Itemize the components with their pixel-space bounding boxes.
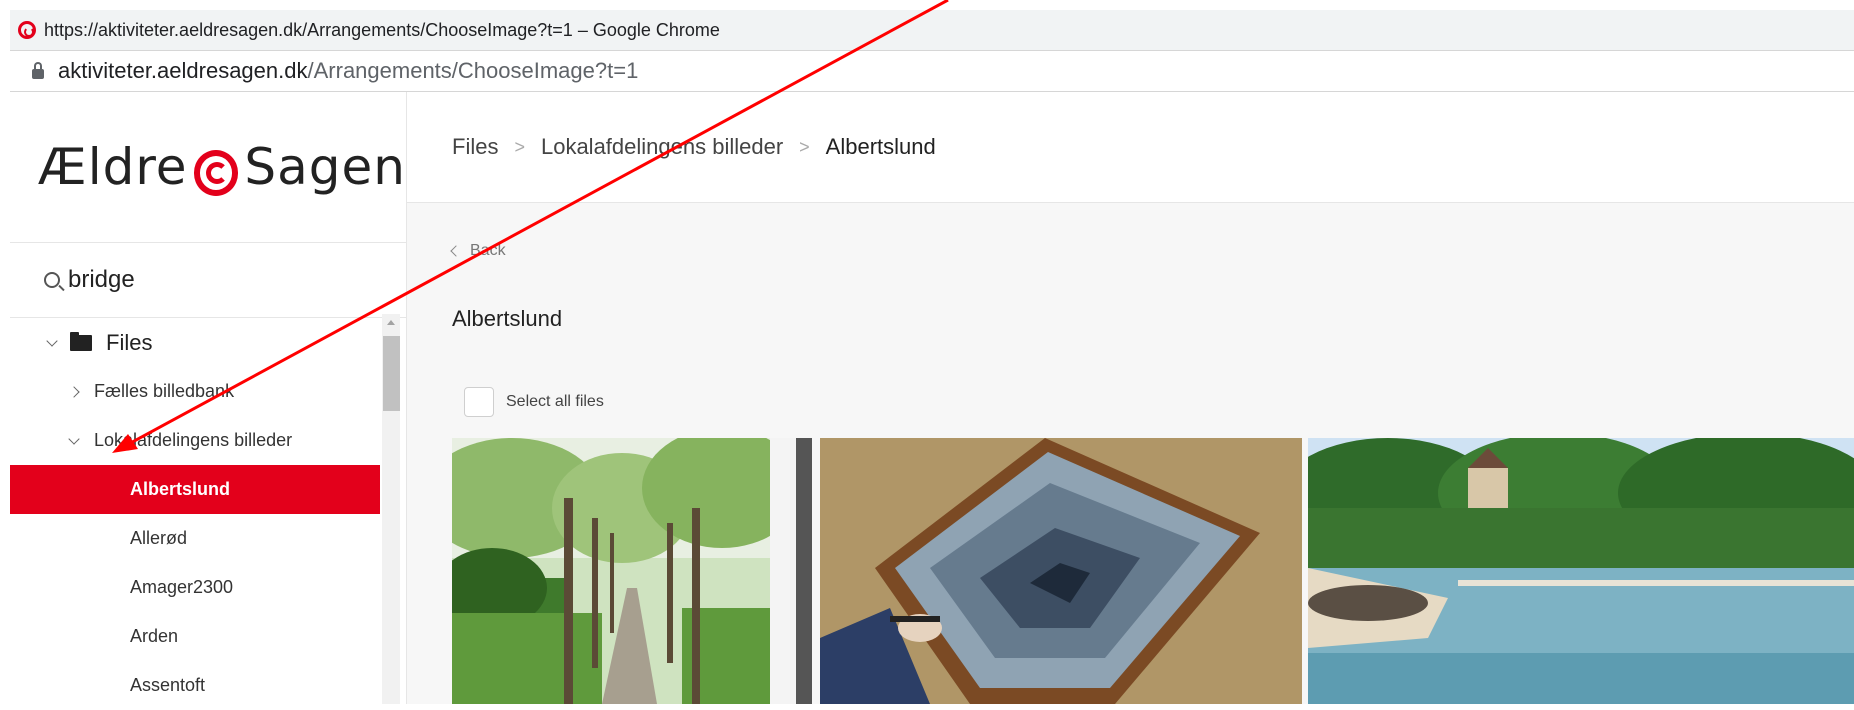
tree-item-label: Assentoft (130, 675, 206, 695)
breadcrumb-separator-icon: > (799, 136, 810, 157)
breadcrumb-item-files[interactable]: Files (452, 134, 498, 160)
tree-item-allerod[interactable]: Allerød (10, 514, 380, 563)
breadcrumb-item-lokalafdelingens-billeder[interactable]: Lokalafdelingens billeder (541, 134, 783, 160)
tree-item-label: Amager2300 (130, 577, 234, 597)
tree-item-faelles-billedbank[interactable]: Fælles billedbank (10, 367, 380, 416)
breadcrumb: Files > Lokalafdelingens billeder > Albe… (407, 92, 1854, 203)
harbour-photo (1308, 438, 1854, 704)
breadcrumb-separator-icon: > (514, 136, 525, 157)
image-thumbnail-book-well[interactable] (820, 438, 1302, 704)
image-thumbnail-avenue[interactable] (452, 438, 812, 704)
tree-item-label: Albertslund (130, 479, 231, 499)
address-bar[interactable]: aktiviteter.aeldresagen.dk/Arrangements/… (10, 51, 1854, 92)
back-chevron-icon (450, 245, 462, 257)
image-thumbnail-harbour[interactable] (1308, 438, 1854, 704)
browser-title-bar: https://aktiviteter.aeldresagen.dk/Arran… (10, 10, 1854, 51)
avenue-photo (452, 438, 812, 704)
tree-item-arden[interactable]: Arden (10, 612, 380, 661)
search-bar (10, 243, 406, 318)
scrollbar-thumb[interactable] (383, 336, 400, 411)
sidebar-scrollbar[interactable] (382, 314, 400, 704)
sidebar: Ældre Sagen Files Fælles billedbank Loka… (10, 92, 407, 704)
url-text[interactable]: aktiviteter.aeldresagen.dk/Arrangements/… (58, 58, 638, 84)
tree-item-amager2300[interactable]: Amager2300 (10, 563, 380, 612)
chevron-right-icon[interactable] (68, 385, 80, 398)
logo-mark-icon (193, 150, 239, 196)
folder-tree: Files Fælles billedbank Lokalafdelingens… (10, 318, 380, 710)
select-all-label: Select all files (506, 393, 604, 410)
search-input[interactable] (68, 266, 368, 294)
scroll-up-arrow-icon[interactable] (387, 320, 395, 325)
search-icon (44, 272, 60, 288)
folder-icon (70, 331, 92, 351)
folder-title: Albertslund (452, 306, 563, 331)
back-label: Back (470, 242, 506, 259)
lock-icon[interactable] (32, 62, 44, 79)
breadcrumb-item-albertslund: Albertslund (825, 134, 936, 159)
url-host: aktiviteter.aeldresagen.dk (58, 58, 308, 83)
logo-left-text: Ældre (38, 138, 188, 196)
tree-root-label: Files (106, 329, 153, 355)
tree-item-lokalafdelingens-billeder[interactable]: Lokalafdelingens billeder (10, 416, 380, 465)
back-link[interactable]: Back (450, 242, 506, 260)
tree-item-assentoft[interactable]: Assentoft (10, 661, 380, 710)
select-all-files[interactable]: Select all files (464, 387, 604, 417)
tree-item-albertslund[interactable]: Albertslund (10, 465, 380, 514)
tree-item-label: Allerød (130, 528, 188, 548)
logo-right-text: Sagen (244, 138, 406, 196)
url-path: /Arrangements/ChooseImage?t=1 (307, 58, 639, 83)
tree-item-label: Arden (130, 626, 179, 646)
tree-item-label: Fælles billedbank (94, 381, 235, 401)
book-well-photo (820, 438, 1302, 704)
logo[interactable]: Ældre Sagen (10, 92, 406, 243)
chevron-down-icon[interactable] (68, 432, 80, 445)
tree-root-files[interactable]: Files (10, 318, 380, 367)
window-title: https://aktiviteter.aeldresagen.dk/Arran… (44, 19, 720, 40)
chevron-down-icon[interactable] (46, 334, 58, 347)
main-content: Files > Lokalafdelingens billeder > Albe… (407, 92, 1854, 704)
site-favicon-icon (18, 21, 36, 39)
select-all-checkbox[interactable] (464, 387, 494, 417)
tree-item-label: Lokalafdelingens billeder (94, 430, 293, 450)
